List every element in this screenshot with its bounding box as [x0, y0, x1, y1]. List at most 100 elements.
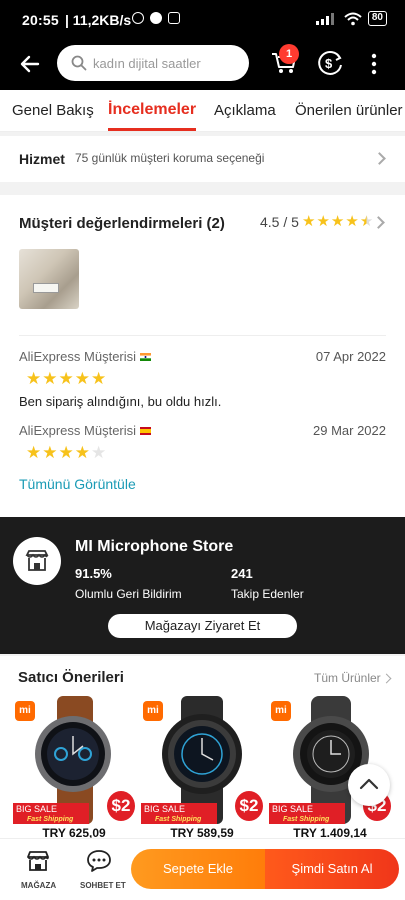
alarm-icon — [132, 12, 144, 24]
star-icon: ★ — [74, 369, 90, 388]
fast-shipping-label: Fast Shipping — [13, 815, 89, 824]
reviewer-name: AliExpress Müşterisi — [19, 349, 152, 364]
chat-tab-label[interactable]: SOHBET ET — [80, 881, 126, 890]
star-icon: ★ — [58, 369, 74, 388]
reviewer-name: AliExpress Müşterisi — [19, 423, 152, 438]
bottom-action-bar: MAĞAZA SOHBET ET Sepete Ekle Şimdi Satın… — [0, 838, 405, 900]
more-options-icon[interactable] — [364, 52, 384, 76]
app-header: kadın dijital saatler 1 $ — [0, 40, 405, 90]
recommendations-title: Satıcı Önerileri — [18, 669, 124, 686]
svg-text:$: $ — [325, 56, 333, 71]
tab-overview[interactable]: Genel Bakış — [12, 102, 94, 119]
service-row[interactable]: Hizmet 75 günlük müşteri koruma seçeneği — [0, 136, 405, 182]
discount-badge: $2 — [235, 791, 263, 821]
all-products-link[interactable]: Tüm Ürünler — [314, 671, 381, 685]
fast-shipping-label: Fast Shipping — [141, 815, 217, 824]
search-bar[interactable]: kadın dijital saatler — [57, 45, 249, 81]
storefront-icon — [25, 550, 49, 571]
review-date: 29 Mar 2022 — [313, 423, 386, 438]
positive-feedback-label: Olumlu Geri Bildirim — [75, 587, 182, 601]
product-card[interactable]: mi BIG SALE Fast Shipping $2 TRY 625,09 — [13, 696, 135, 840]
spain-flag-icon — [140, 427, 152, 435]
search-placeholder: kadın dijital saatler — [93, 55, 201, 71]
reviewer-name-text: AliExpress Müşterisi — [19, 423, 137, 438]
product-card[interactable]: mi BIG SALE Fast Shipping $2 TRY 589,59 — [141, 696, 263, 840]
chat-icon[interactable] — [86, 849, 112, 873]
star-icon: ★ — [316, 213, 330, 230]
tab-recommended-products[interactable]: Önerilen ürünler — [295, 102, 403, 119]
star-icon: ★ — [26, 443, 42, 462]
followers-label: Takip Edenler — [231, 587, 304, 601]
back-arrow-icon[interactable] — [18, 52, 42, 76]
mi-logo-badge: mi — [143, 701, 163, 721]
status-bar: 20:55 | 11,2KB/s 80 — [0, 0, 405, 40]
package-label-image — [33, 283, 59, 293]
big-sale-label: BIG SALE — [141, 803, 217, 815]
service-text: 75 günlük müşteri koruma seçeneği — [75, 151, 265, 165]
signal-icon — [315, 12, 334, 25]
product-tabs: Genel Bakış İncelemeler Açıklama Önerile… — [0, 90, 405, 132]
chevron-right-icon[interactable] — [372, 216, 385, 229]
status-time: 20:55 — [22, 12, 59, 28]
star-icon: ★ — [345, 213, 359, 230]
chevron-right-icon — [381, 673, 392, 684]
cart-count-badge: 1 — [279, 44, 299, 64]
store-name[interactable]: MI Microphone Store — [75, 538, 233, 556]
instagram-icon — [168, 12, 180, 24]
view-all-reviews-link[interactable]: Tümünü Görüntüle — [19, 476, 136, 492]
tab-reviews[interactable]: İncelemeler — [108, 101, 197, 131]
seller-recommendations: Satıcı Önerileri Tüm Ürünler mi BIG SALE… — [0, 656, 405, 846]
status-right: 80 — [315, 11, 387, 26]
mi-logo-badge: mi — [15, 701, 35, 721]
india-flag-icon — [140, 353, 152, 361]
chevron-right-icon — [373, 152, 386, 165]
star-icon: ★ — [330, 213, 345, 230]
star-icon: ★ — [42, 443, 58, 462]
star-icon: ★ — [26, 369, 42, 388]
currency-coin-icon[interactable]: $ — [316, 48, 344, 78]
buy-now-button[interactable]: Şimdi Satın Al — [265, 849, 399, 889]
status-notification-icons — [132, 12, 180, 24]
battery-indicator: 80 — [367, 11, 387, 26]
divider — [19, 335, 386, 336]
big-sale-label: BIG SALE — [13, 803, 89, 815]
review-text: Ben sipariş alındığını, bu oldu hızlı. — [19, 394, 222, 409]
star-icon: ★ — [42, 369, 58, 388]
review-stars: ★ ★ ★ ★ ★ — [26, 443, 107, 462]
add-to-cart-button[interactable]: Sepete Ekle — [131, 849, 265, 889]
big-sale-label: BIG SALE — [269, 803, 345, 815]
all-products-label: Tüm Ürünler — [314, 671, 381, 685]
tab-description[interactable]: Açıklama — [214, 102, 276, 119]
positive-feedback-value: 91.5% — [75, 566, 112, 581]
section-divider — [0, 182, 405, 195]
star-icon: ★ — [91, 369, 107, 388]
review-date: 07 Apr 2022 — [315, 349, 386, 364]
chevron-up-icon — [359, 778, 379, 790]
rating-stars: ★ ★ ★ ★ ★ — [302, 214, 373, 230]
star-icon: ★ — [58, 443, 74, 462]
discount-badge: $2 — [107, 791, 135, 821]
store-card: MI Microphone Store 91.5% Olumlu Geri Bi… — [0, 517, 405, 654]
empty-star-icon: ★ — [91, 443, 107, 462]
status-network-speed: | 11,2KB/s — [65, 12, 132, 28]
reviews-title: Müşteri değerlendirmeleri (2) — [19, 215, 225, 232]
reviews-score: 4.5 / 5 — [260, 214, 299, 230]
mi-logo-badge: mi — [271, 701, 291, 721]
whatsapp-icon — [150, 12, 162, 24]
star-icon: ★ — [302, 213, 316, 230]
review-stars: ★ ★ ★ ★ ★ — [26, 369, 107, 388]
store-icon[interactable] — [25, 849, 51, 873]
store-tab-label[interactable]: MAĞAZA — [21, 881, 56, 890]
store-logo[interactable] — [13, 537, 61, 585]
followers-value: 241 — [231, 566, 253, 581]
search-icon — [71, 55, 87, 71]
review-photo-thumbnail[interactable] — [19, 249, 79, 309]
fast-shipping-label: Fast Shipping — [269, 815, 345, 824]
reviewer-name-text: AliExpress Müşterisi — [19, 349, 137, 364]
star-icon: ★ — [74, 443, 90, 462]
wifi-icon — [344, 12, 362, 25]
service-label: Hizmet — [19, 151, 65, 167]
scroll-to-top-button[interactable] — [348, 764, 390, 806]
visit-store-button[interactable]: Mağazayı Ziyaret Et — [108, 614, 297, 638]
customer-reviews-section: Müşteri değerlendirmeleri (2) 4.5 / 5 ★ … — [0, 195, 405, 515]
